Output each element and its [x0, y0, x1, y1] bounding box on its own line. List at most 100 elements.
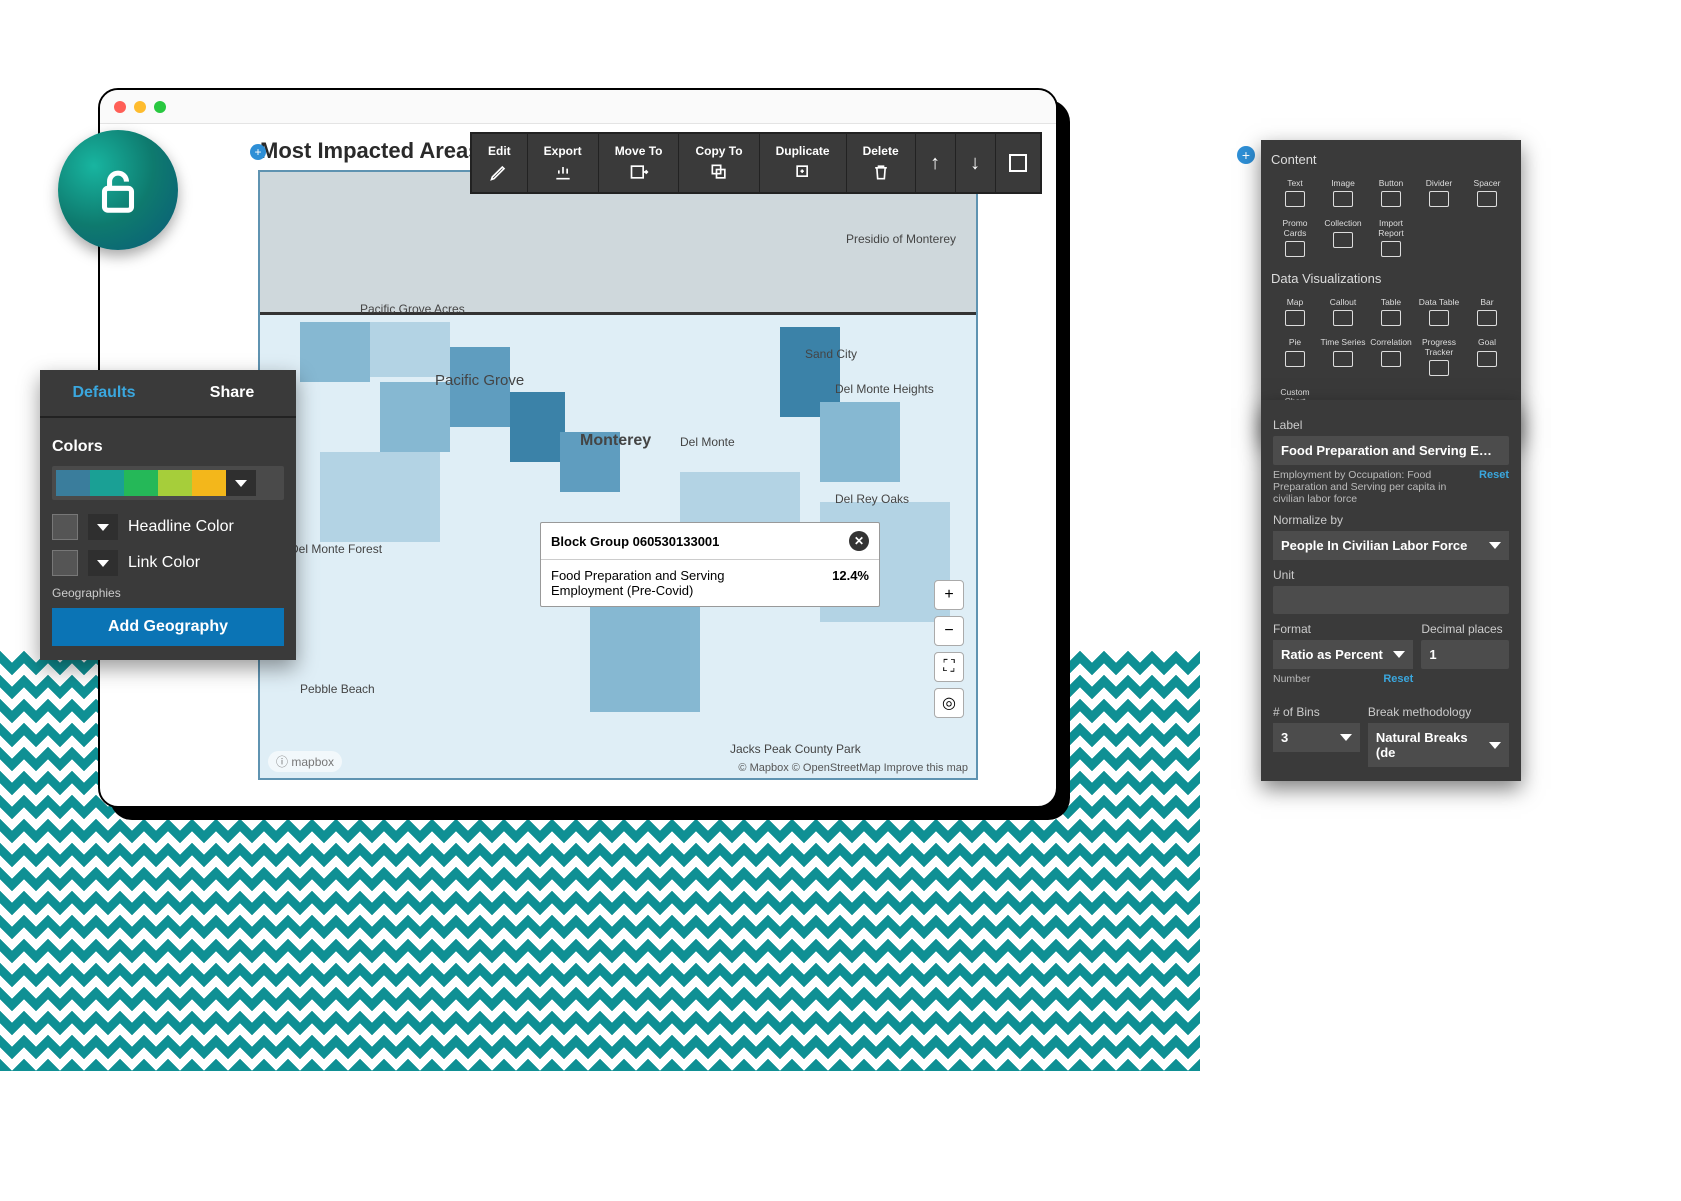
map-label: Del Monte Heights: [835, 382, 934, 396]
decimal-heading: Decimal places: [1421, 622, 1509, 636]
content-item-promo-cards[interactable]: Promo Cards: [1271, 213, 1319, 263]
content-item-collection[interactable]: Collection: [1319, 213, 1367, 263]
move-to-button[interactable]: Move To: [599, 134, 680, 192]
normalize-value: People In Civilian Labor Force: [1281, 538, 1467, 553]
map-label: Sand City: [805, 347, 857, 361]
move-up-button[interactable]: ↑: [916, 134, 956, 192]
add-block-button[interactable]: +: [250, 144, 266, 160]
palette-dropdown-icon[interactable]: [226, 470, 256, 496]
locate-button[interactable]: ◎: [934, 688, 964, 718]
progress-tracker-icon: [1429, 360, 1449, 376]
copy-icon: [709, 162, 729, 182]
table-icon: [1381, 310, 1401, 326]
reset-label-button[interactable]: Reset: [1479, 469, 1509, 481]
viz-item-correlation[interactable]: Correlation: [1367, 332, 1415, 382]
map-region[interactable]: [590, 602, 700, 712]
decimal-input[interactable]: 1: [1421, 640, 1509, 669]
map-attribution[interactable]: © Mapbox © OpenStreetMap Improve this ma…: [738, 762, 968, 774]
unit-input[interactable]: [1273, 586, 1509, 614]
content-item-divider[interactable]: Divider: [1415, 173, 1463, 213]
style-panel-tabs: Defaults Share: [40, 370, 296, 418]
tooltip-metric-label: Food Preparation and Serving Employment …: [551, 568, 761, 598]
format-select[interactable]: Ratio as Percent: [1273, 640, 1413, 669]
map-region[interactable]: [370, 322, 450, 377]
viz-item-progress-tracker[interactable]: Progress Tracker: [1415, 332, 1463, 382]
palette-item-label: Correlation: [1370, 338, 1412, 347]
duplicate-button[interactable]: Duplicate: [760, 134, 847, 192]
maximize-icon[interactable]: [154, 101, 166, 113]
link-color-row: Link Color: [52, 550, 284, 576]
callout-icon: [1333, 310, 1353, 326]
viz-item-data-table[interactable]: Data Table: [1415, 292, 1463, 332]
palette-swatch: [56, 470, 90, 496]
format-heading: Format: [1273, 622, 1413, 636]
minimize-icon[interactable]: [134, 101, 146, 113]
content-item-text[interactable]: Text: [1271, 173, 1319, 213]
map-controls: + − ⛶ ◎: [934, 580, 964, 718]
content-item-spacer[interactable]: Spacer: [1463, 173, 1511, 213]
bins-select[interactable]: 3: [1273, 723, 1360, 752]
palette-select[interactable]: [52, 466, 284, 500]
color-swatch[interactable]: [52, 514, 78, 540]
choropleth-map[interactable]: Pacific Grove Acres Pacific Grove Monter…: [258, 170, 978, 780]
viz-item-map[interactable]: Map: [1271, 292, 1319, 332]
viz-item-table[interactable]: Table: [1367, 292, 1415, 332]
reset-format-button[interactable]: Reset: [1383, 673, 1413, 685]
map-region[interactable]: [300, 322, 370, 382]
fullscreen-toggle-button[interactable]: [996, 134, 1040, 192]
viz-item-goal[interactable]: Goal: [1463, 332, 1511, 382]
promo-cards-icon: [1285, 241, 1305, 257]
content-item-import-report[interactable]: Import Report: [1367, 213, 1415, 263]
map-label: Del Monte Forest: [290, 542, 382, 556]
map-region[interactable]: [510, 392, 565, 462]
window-titlebar: [100, 90, 1056, 124]
label-description-text: Employment by Occupation: Food Preparati…: [1273, 469, 1446, 505]
viz-heading: Data Visualizations: [1271, 271, 1511, 286]
content-palette-panel: Content TextImageButtonDividerSpacerProm…: [1261, 140, 1521, 440]
unlock-icon: [91, 163, 145, 217]
palette-item-label: Divider: [1426, 179, 1452, 188]
viz-item-time-series[interactable]: Time Series: [1319, 332, 1367, 382]
add-geography-button[interactable]: Add Geography: [52, 608, 284, 646]
map-label: Del Rey Oaks: [835, 492, 909, 506]
palette-item-label: Spacer: [1474, 179, 1501, 188]
chevron-down-icon[interactable]: [88, 514, 118, 540]
correlation-icon: [1381, 351, 1401, 367]
mapbox-logo: ⓘ mapbox: [268, 751, 342, 772]
normalize-select[interactable]: People In Civilian Labor Force: [1273, 531, 1509, 560]
style-panel: Defaults Share Colors Headline Color Lin…: [40, 370, 296, 660]
image-icon: [1333, 191, 1353, 207]
map-label: Monterey: [580, 432, 651, 450]
zoom-in-button[interactable]: +: [934, 580, 964, 610]
fullscreen-button[interactable]: ⛶: [934, 652, 964, 682]
map-region[interactable]: [820, 402, 900, 482]
content-item-image[interactable]: Image: [1319, 173, 1367, 213]
move-down-button[interactable]: ↓: [956, 134, 996, 192]
tab-defaults[interactable]: Defaults: [40, 370, 168, 416]
tooltip-close-icon[interactable]: ✕: [849, 531, 869, 551]
map-region[interactable]: [380, 382, 450, 452]
label-input[interactable]: Food Preparation and Serving Empl: [1273, 436, 1509, 465]
unit-heading: Unit: [1273, 568, 1509, 582]
zoom-out-button[interactable]: −: [934, 616, 964, 646]
toolbar-label: Export: [544, 144, 582, 158]
goal-icon: [1477, 351, 1497, 367]
delete-button[interactable]: Delete: [847, 134, 916, 192]
map-label: Del Monte: [680, 435, 735, 449]
map-icon: [1285, 310, 1305, 326]
copy-to-button[interactable]: Copy To: [679, 134, 759, 192]
viz-item-callout[interactable]: Callout: [1319, 292, 1367, 332]
viz-item-bar[interactable]: Bar: [1463, 292, 1511, 332]
content-item-button[interactable]: Button: [1367, 173, 1415, 213]
map-region[interactable]: [320, 452, 440, 542]
viz-item-pie[interactable]: Pie: [1271, 332, 1319, 382]
add-content-button[interactable]: +: [1237, 146, 1255, 164]
break-select[interactable]: Natural Breaks (de: [1368, 723, 1509, 767]
close-icon[interactable]: [114, 101, 126, 113]
color-swatch[interactable]: [52, 550, 78, 576]
edit-button[interactable]: Edit: [472, 134, 528, 192]
palette-item-label: Data Table: [1419, 298, 1459, 307]
chevron-down-icon[interactable]: [88, 550, 118, 576]
tab-share[interactable]: Share: [168, 370, 296, 416]
export-button[interactable]: Export: [528, 134, 599, 192]
